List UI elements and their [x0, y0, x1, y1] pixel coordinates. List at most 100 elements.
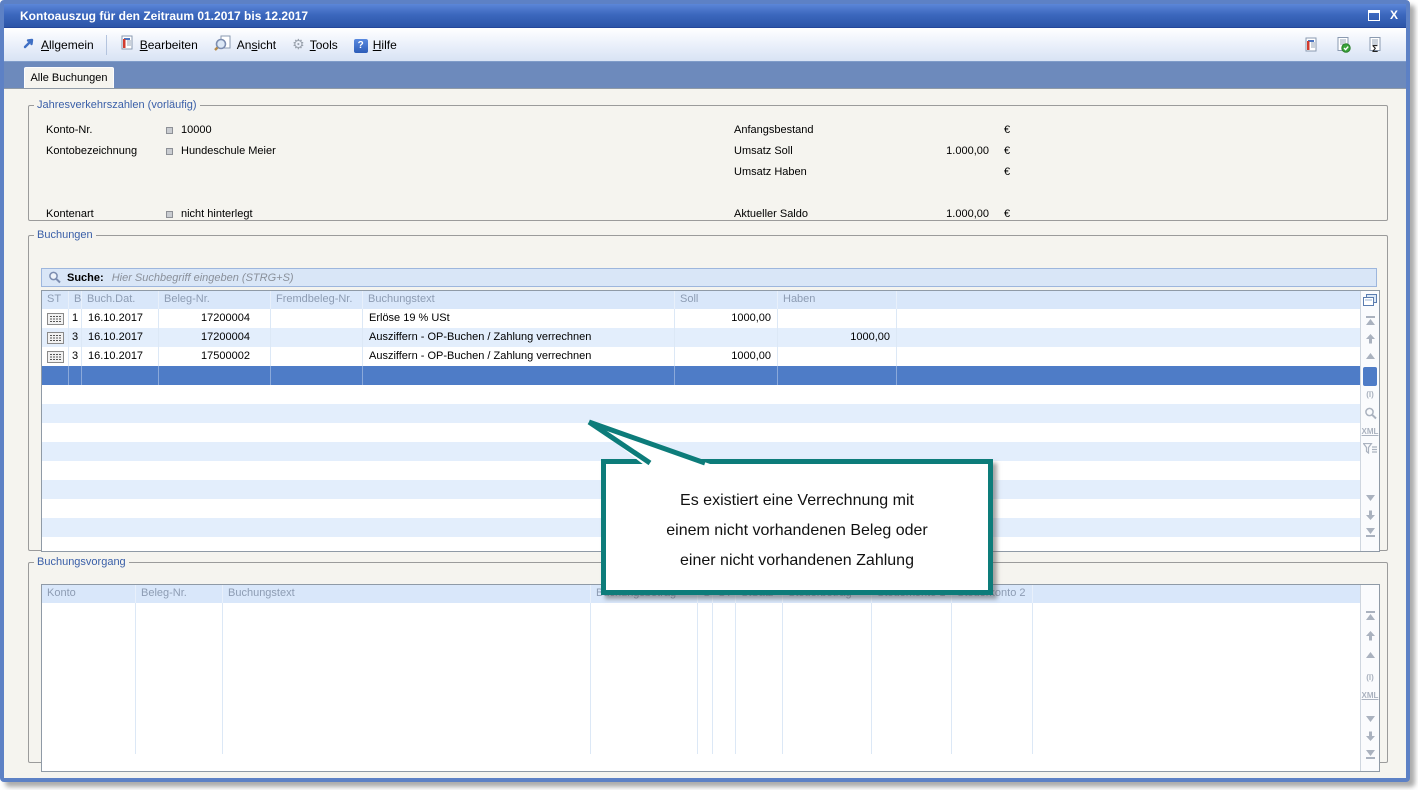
svg-text:Σ: Σ	[1372, 44, 1378, 53]
note-document-icon[interactable]	[1302, 36, 1320, 54]
arrow-up-icon[interactable]	[1361, 631, 1379, 641]
triangle-down-icon[interactable]	[1361, 715, 1379, 723]
cell-beleg: 17500002	[159, 347, 271, 366]
table-row-empty[interactable]	[42, 404, 1360, 423]
column-header-buchungstext[interactable]: Buchungstext	[363, 291, 675, 309]
arrow-down-icon[interactable]	[1361, 731, 1379, 741]
cell-buchungstext: Erlöse 19 % USt	[363, 309, 675, 328]
paren-i-icon[interactable]: (I)	[1361, 390, 1379, 399]
scrollbar-thumb[interactable]	[1363, 367, 1377, 386]
table-row-empty[interactable]	[42, 423, 1360, 442]
field-label-kontenart: Kontenart	[46, 208, 94, 220]
scroll-bottom-icon[interactable]	[1361, 749, 1379, 759]
menu-bearbeiten[interactable]: Bearbeiten	[111, 32, 206, 57]
paren-i-icon[interactable]: (I)	[1361, 673, 1379, 682]
field-value-kontenart: nicht hinterlegt	[181, 208, 253, 220]
table-row-selected[interactable]	[42, 366, 1360, 385]
bullet-icon	[166, 127, 173, 134]
zoom-icon[interactable]	[1361, 407, 1379, 420]
tab-alle-buchungen[interactable]: Alle Buchungen	[24, 67, 114, 88]
arrow-down-icon[interactable]	[1361, 510, 1379, 520]
arrow-up-icon[interactable]	[1361, 334, 1379, 344]
field-value-kontobezeichnung: Hundeschule Meier	[181, 145, 276, 157]
cell-haben	[778, 309, 897, 328]
cell-date: 16.10.2017	[82, 347, 159, 366]
booking-detail-icon[interactable]	[42, 347, 69, 366]
booking-detail-icon[interactable]	[42, 328, 69, 347]
cell-beleg: 17200004	[159, 309, 271, 328]
currency-umsatz-haben: €	[1004, 166, 1010, 178]
table-row-empty[interactable]	[42, 385, 1360, 404]
menu-tools[interactable]: ⚙ Tools	[284, 34, 346, 55]
cell-fremdbeleg	[271, 347, 363, 366]
callout-line: einem nicht vorhandenen Beleg oder	[606, 516, 988, 546]
table-row[interactable]: 1 16.10.2017 17200004 Erlöse 19 % USt 10…	[42, 309, 1360, 328]
currency-aktueller-saldo: €	[1004, 208, 1010, 220]
document-sum-icon[interactable]: Σ	[1366, 36, 1384, 54]
app-window: Kontoauszug für den Zeitraum 01.2017 bis…	[0, 0, 1410, 782]
content-panel: Jahresverkehrszahlen (vorläufig) Konto-N…	[4, 88, 1406, 778]
restore-icon[interactable]	[1368, 10, 1380, 21]
triangle-up-icon[interactable]	[1361, 651, 1379, 659]
field-label-kontobezeichnung: Kontobezeichnung	[46, 145, 137, 157]
scroll-top-icon[interactable]	[1361, 316, 1379, 326]
close-icon[interactable]: X	[1390, 8, 1398, 22]
search-label: Suche:	[67, 272, 104, 284]
group-title: Buchungsvorgang	[34, 556, 129, 568]
scroll-top-icon[interactable]	[1361, 611, 1379, 621]
scroll-bottom-icon[interactable]	[1361, 527, 1379, 537]
menu-allgemein[interactable]: Allgemein	[14, 33, 102, 56]
search-placeholder: Hier Suchbegriff eingeben (STRG+S)	[112, 272, 294, 284]
cell-filler	[897, 328, 1360, 347]
xml-icon[interactable]: XML	[1361, 427, 1379, 436]
document-check-icon[interactable]	[1334, 36, 1352, 54]
cell-b: 3	[69, 347, 82, 366]
booking-detail-icon[interactable]	[42, 309, 69, 328]
field-label-umsatz-haben: Umsatz Haben	[734, 166, 807, 178]
field-label-anfangsbestand: Anfangsbestand	[734, 124, 814, 136]
cell-buchungstext: Ausziffern - OP-Buchen / Zahlung verrech…	[363, 347, 675, 366]
cell-filler	[897, 309, 1360, 328]
field-value-aktueller-saldo: 1.000,00	[809, 208, 989, 220]
cell-date: 16.10.2017	[82, 328, 159, 347]
group-title: Buchungen	[34, 229, 96, 241]
column-header-beleg-nr[interactable]: Beleg-Nr.	[159, 291, 271, 309]
search-input[interactable]: Suche: Hier Suchbegriff eingeben (STRG+S…	[41, 268, 1377, 287]
bullet-icon	[166, 211, 173, 218]
menu-ansicht[interactable]: Ansicht	[206, 32, 284, 57]
cell-date: 16.10.2017	[82, 309, 159, 328]
arrow-northeast-icon	[22, 36, 36, 53]
edit-document-icon	[119, 35, 135, 54]
xml-icon[interactable]: XML	[1361, 691, 1379, 700]
cell-beleg: 17200004	[159, 328, 271, 347]
title-bar: Kontoauszug für den Zeitraum 01.2017 bis…	[4, 4, 1406, 28]
transaction-grid-toolbar: (I) XML	[1360, 585, 1379, 771]
column-header-b[interactable]: B	[69, 291, 82, 309]
column-header-buchdat[interactable]: Buch.Dat.	[82, 291, 159, 309]
column-header-konto[interactable]: Konto	[42, 585, 136, 603]
column-header-beleg-nr[interactable]: Beleg-Nr.	[136, 585, 223, 603]
table-row[interactable]: 3 16.10.2017 17200004 Ausziffern - OP-Bu…	[42, 328, 1360, 347]
column-header-haben[interactable]: Haben	[778, 291, 897, 309]
filter-icon[interactable]	[1361, 443, 1379, 454]
callout-line: einer nicht vorhandenen Zahlung	[606, 546, 988, 576]
triangle-up-icon[interactable]	[1361, 352, 1379, 360]
menu-bearbeiten-label: Bearbeiten	[140, 38, 198, 52]
menu-hilfe[interactable]: ? Hilfe	[346, 34, 405, 56]
menu-ansicht-label: Ansicht	[237, 38, 276, 52]
transaction-empty-body	[42, 603, 1360, 754]
column-header-soll[interactable]: Soll	[675, 291, 778, 309]
menu-allgemein-label: Allgemein	[41, 38, 94, 52]
column-header-buchungstext[interactable]: Buchungstext	[223, 585, 591, 603]
search-icon	[48, 271, 61, 284]
group-jahresverkehrszahlen: Jahresverkehrszahlen (vorläufig) Konto-N…	[28, 99, 1388, 221]
column-header-fremdbeleg-nr[interactable]: Fremdbeleg-Nr.	[271, 291, 363, 309]
column-chooser-icon[interactable]	[1361, 294, 1379, 306]
table-row[interactable]: 3 16.10.2017 17500002 Ausziffern - OP-Bu…	[42, 347, 1360, 366]
triangle-down-icon[interactable]	[1361, 494, 1379, 502]
menu-tools-label: Tools	[310, 38, 338, 52]
cell-buchungstext: Ausziffern - OP-Buchen / Zahlung verrech…	[363, 328, 675, 347]
help-icon: ?	[354, 37, 368, 53]
bookings-header-row: ST B Buch.Dat. Beleg-Nr. Fremdbeleg-Nr. …	[42, 291, 1360, 309]
column-header-st[interactable]: ST	[42, 291, 69, 309]
